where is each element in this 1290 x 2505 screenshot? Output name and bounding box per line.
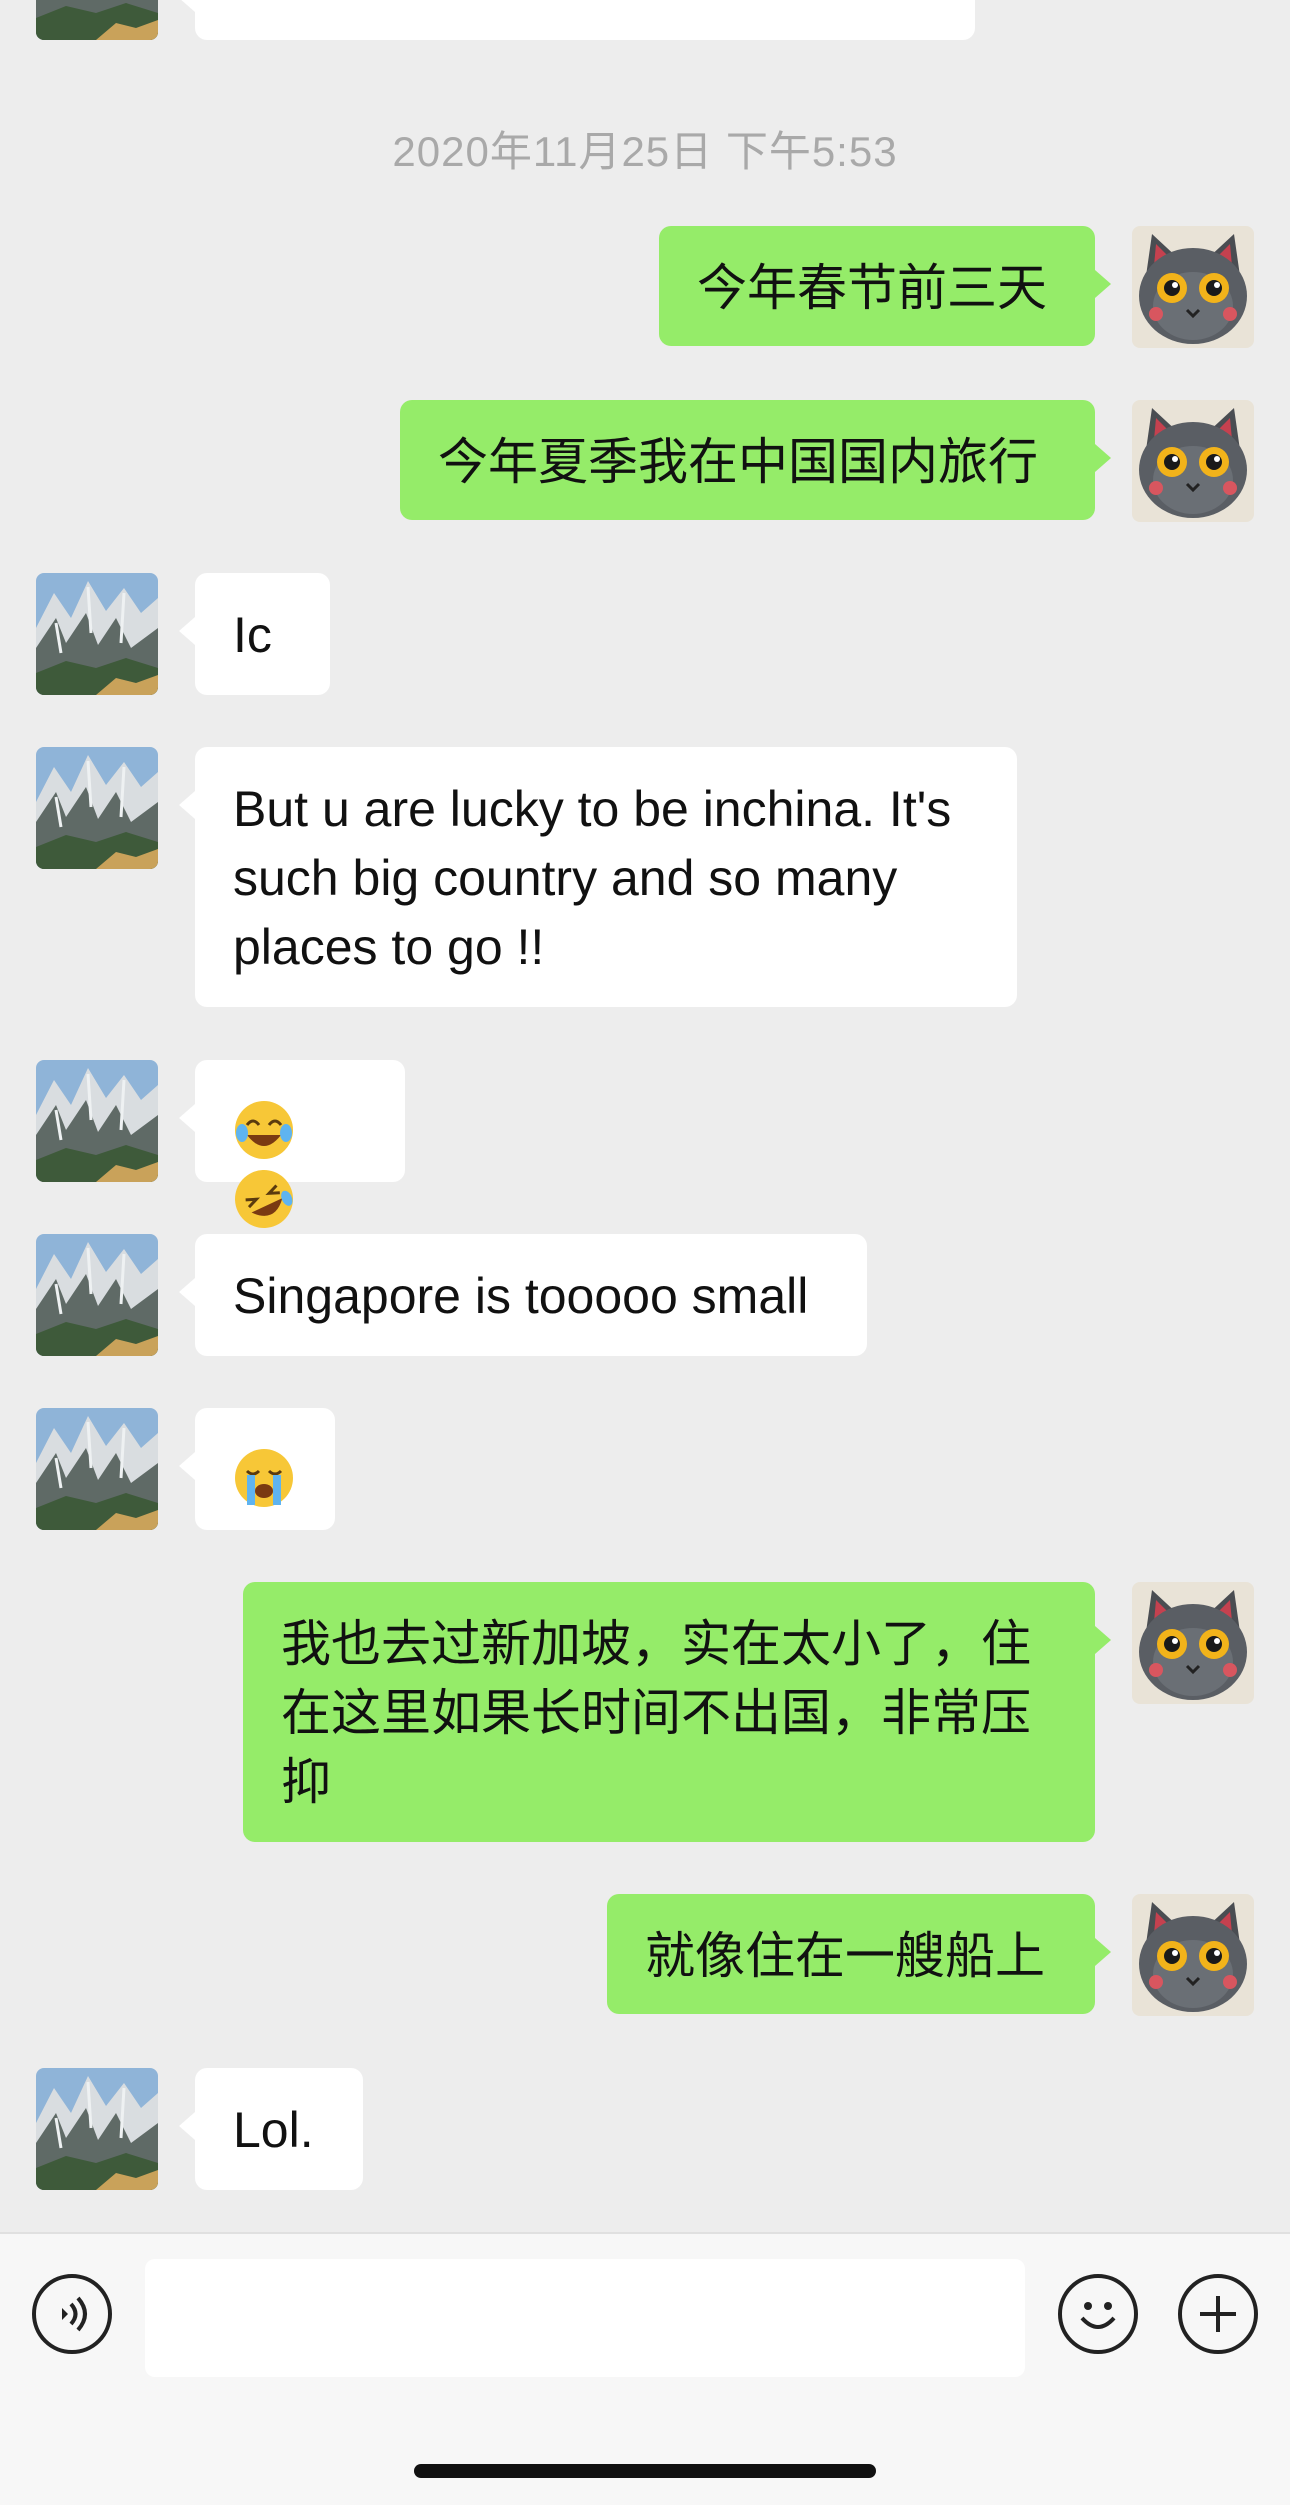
message-text: But u are lucky to be inchina. It's such… [233, 781, 952, 975]
message-bubble-outgoing[interactable]: 今年春节前三天 [659, 226, 1111, 346]
message-text: 今年春节前三天 [697, 260, 1047, 316]
voice-button[interactable] [32, 2274, 112, 2354]
message-bubble-outgoing[interactable]: 今年夏季我在中国国内旅行 [400, 400, 1111, 520]
plus-button[interactable] [1178, 2274, 1258, 2354]
message-text: 今年夏季我在中国国内旅行 [438, 434, 1038, 490]
message-bubble-incoming[interactable]: Lol. [179, 2068, 363, 2190]
contact-avatar[interactable] [36, 1234, 158, 1356]
home-indicator[interactable] [414, 2464, 876, 2478]
message-bubble-cropped[interactable] [179, 0, 975, 40]
my-avatar[interactable] [1132, 1894, 1254, 2016]
contact-avatar[interactable] [36, 747, 158, 869]
message-bubble-incoming[interactable] [179, 1060, 405, 1228]
emoji-icon [1080, 2302, 1116, 2329]
contact-avatar[interactable] [36, 2068, 158, 2190]
message-text: 就像住在一艘船上 [645, 1928, 1045, 1984]
plus-icon [1200, 2296, 1236, 2332]
message-bubble-outgoing[interactable]: 我也去过新加坡，实在太小了，住在这里如果长时间不出国，非常压抑 [243, 1582, 1111, 1842]
my-avatar[interactable] [1132, 400, 1254, 522]
chat-timestamp: 2020年11月25日 下午5:53 [392, 128, 898, 175]
message-text: Singapore is tooooo small [233, 1268, 809, 1324]
emoji-button[interactable] [1058, 2274, 1138, 2354]
contact-avatar[interactable] [36, 1060, 158, 1182]
voice-icon [62, 2296, 87, 2332]
rofl-emoji [235, 1169, 293, 1228]
message-bubble-incoming[interactable]: Ic [179, 573, 330, 695]
message-bubble-incoming[interactable]: But u are lucky to be inchina. It's such… [179, 747, 1017, 1007]
my-avatar[interactable] [1132, 226, 1254, 348]
joy-emoji [235, 1100, 293, 1159]
message-input[interactable] [145, 2259, 1025, 2377]
crying-emoji [235, 1448, 293, 1507]
message-text: 我也去过新加坡，实在太小了，住在这里如果长时间不出国，非常压抑 [281, 1616, 1031, 1810]
contact-avatar[interactable] [36, 0, 158, 40]
my-avatar[interactable] [1132, 1582, 1254, 1704]
message-bubble-incoming[interactable]: Singapore is tooooo small [179, 1234, 867, 1356]
contact-avatar[interactable] [36, 1408, 158, 1530]
contact-avatar[interactable] [36, 573, 158, 695]
message-text: Lol. [233, 2102, 314, 2158]
message-bubble-incoming[interactable] [179, 1408, 335, 1530]
message-text: Ic [233, 607, 272, 663]
message-bubble-outgoing[interactable]: 就像住在一艘船上 [607, 1894, 1111, 2014]
input-bar [0, 2232, 1290, 2505]
